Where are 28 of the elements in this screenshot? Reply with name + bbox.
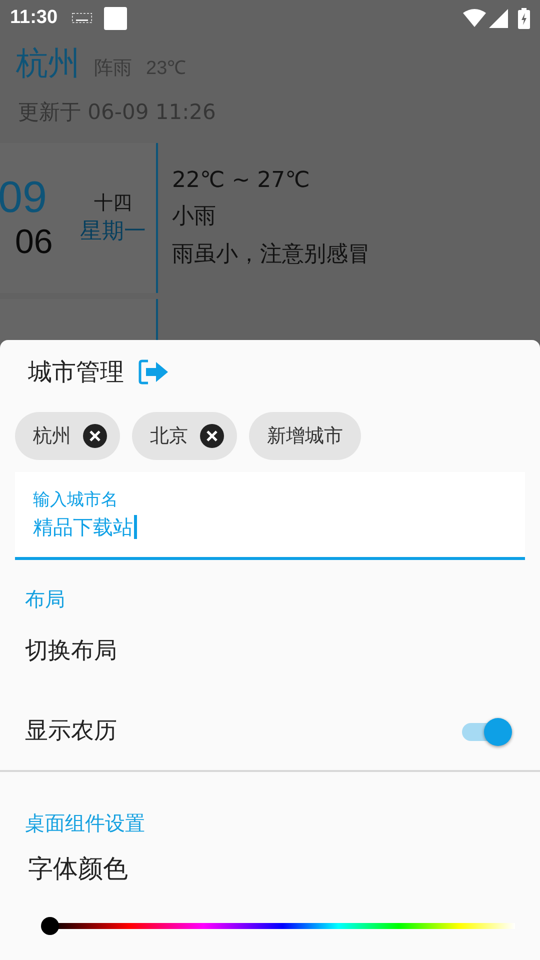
month-number: 06 [15,222,54,262]
square-icon [104,6,127,30]
setting-label[interactable]: 切换布局 [25,634,117,666]
signal-icon [489,8,508,28]
remove-icon[interactable] [200,424,224,448]
temperature-range: 22℃ ~ 27℃ [172,168,311,192]
battery-icon [518,8,530,28]
city-name: 杭州 [16,43,80,84]
weekday: 星期一 [80,218,146,246]
section-title: 布局 [24,586,66,610]
forecast-weather: 小雨 [172,202,217,230]
remove-icon[interactable] [83,424,107,448]
section-title: 桌面组件设置 [24,810,146,834]
lunar-date: 十四 [94,191,132,216]
sheet-title: 城市管理 [28,357,124,388]
weather-tip: 雨虽小，注意别感冒 [172,240,370,268]
setting-label: 显示农历 [25,716,117,746]
clock: 11:30 [10,7,58,29]
add-city-chip[interactable]: 新增城市 [249,412,361,460]
field-value: 精品下载站 [33,515,137,539]
setting-label: 字体颜色 [27,853,128,885]
wifi-icon [463,9,486,27]
keyboard-icon [72,13,92,23]
city-chip[interactable]: 北京 [132,412,237,460]
slider-thumb[interactable] [41,917,59,935]
field-label: 输入城市名 [33,489,119,511]
city-chip[interactable]: 杭州 [15,412,120,460]
exit-icon[interactable] [138,359,170,385]
